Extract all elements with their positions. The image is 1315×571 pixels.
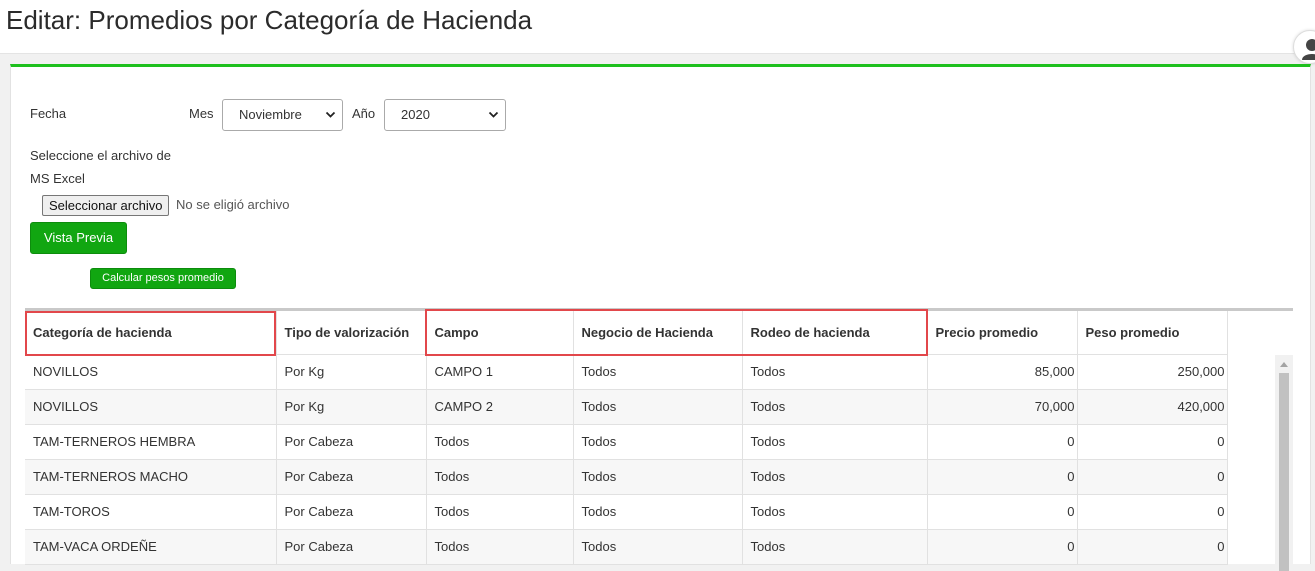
cell-precio[interactable]: 70,000 xyxy=(927,389,1078,425)
cell-negocio: Todos xyxy=(573,459,743,495)
anio-select-value: 2020 xyxy=(401,107,430,122)
scroll-up-icon[interactable] xyxy=(1280,361,1288,367)
col-header-negocio[interactable]: Negocio de Hacienda xyxy=(573,311,743,355)
anio-select[interactable]: 2020 xyxy=(384,99,506,131)
cell-campo: Todos xyxy=(426,529,574,565)
table-scrollbar[interactable] xyxy=(1275,355,1293,571)
scrollbar-thumb[interactable] xyxy=(1279,373,1289,571)
user-avatar[interactable] xyxy=(1293,30,1315,64)
averages-table: Categoría de hacienda Tipo de valorizaci… xyxy=(25,308,1293,571)
mes-label: Mes xyxy=(189,106,214,121)
col-header-precio[interactable]: Precio promedio xyxy=(927,311,1078,355)
calculate-weights-button[interactable]: Calcular pesos promedio xyxy=(90,268,236,289)
cell-rodeo: Todos xyxy=(742,494,928,530)
cell-precio[interactable]: 0 xyxy=(927,424,1078,460)
cell-categoria: TAM-VACA ORDEÑE xyxy=(25,529,277,565)
data-table: Categoría de hacienda Tipo de valorizaci… xyxy=(25,311,1228,565)
table-row[interactable]: TAM-TERNEROS HEMBRA Por Cabeza Todos Tod… xyxy=(25,424,1228,460)
cell-peso[interactable]: 0 xyxy=(1077,529,1228,565)
mes-select[interactable]: Noviembre xyxy=(222,99,343,131)
cell-negocio: Todos xyxy=(573,354,743,390)
table-row[interactable]: NOVILLOS Por Kg CAMPO 2 Todos Todos 70,0… xyxy=(25,389,1228,425)
anio-label: Año xyxy=(352,106,376,121)
cell-peso[interactable]: 0 xyxy=(1077,494,1228,530)
cell-rodeo: Todos xyxy=(742,354,928,390)
user-icon xyxy=(1302,39,1315,60)
cell-peso[interactable]: 0 xyxy=(1077,424,1228,460)
cell-categoria: TAM-TERNEROS MACHO xyxy=(25,459,277,495)
table-row[interactable]: TAM-VACA ORDEÑE Por Cabeza Todos Todos T… xyxy=(25,529,1228,565)
cell-tipo: Por Cabeza xyxy=(276,424,427,460)
cell-categoria: NOVILLOS xyxy=(25,389,277,425)
cell-categoria: TAM-TERNEROS HEMBRA xyxy=(25,424,277,460)
cell-rodeo: Todos xyxy=(742,389,928,425)
cell-categoria: TAM-TOROS xyxy=(25,494,277,530)
chevron-down-icon xyxy=(325,111,336,118)
cell-negocio: Todos xyxy=(573,389,743,425)
cell-tipo: Por Cabeza xyxy=(276,529,427,565)
table-row[interactable]: NOVILLOS Por Kg CAMPO 1 Todos Todos 85,0… xyxy=(25,354,1228,390)
cell-campo: CAMPO 2 xyxy=(426,389,574,425)
fecha-label: Fecha xyxy=(30,106,67,121)
cell-tipo: Por Cabeza xyxy=(276,459,427,495)
table-row[interactable]: TAM-TERNEROS MACHO Por Cabeza Todos Todo… xyxy=(25,459,1228,495)
page-title: Editar: Promedios por Categoría de Hacie… xyxy=(6,5,533,35)
mes-select-value: Noviembre xyxy=(239,107,302,122)
col-header-campo[interactable]: Campo xyxy=(426,311,574,355)
col-header-peso[interactable]: Peso promedio xyxy=(1077,311,1228,355)
cell-precio[interactable]: 0 xyxy=(927,529,1078,565)
cell-negocio: Todos xyxy=(573,494,743,530)
cell-campo: Todos xyxy=(426,459,574,495)
cell-campo: Todos xyxy=(426,494,574,530)
file-status: No se eligió archivo xyxy=(176,197,290,212)
select-file-button[interactable]: Seleccionar archivo xyxy=(42,195,170,216)
cell-tipo: Por Kg xyxy=(276,354,427,390)
cell-peso[interactable]: 250,000 xyxy=(1077,354,1228,390)
file-label: Seleccione el archivo de xyxy=(30,148,171,163)
cell-negocio: Todos xyxy=(573,529,743,565)
file-label-format: MS Excel xyxy=(30,171,85,186)
chevron-down-icon xyxy=(488,111,499,118)
cell-peso[interactable]: 0 xyxy=(1077,459,1228,495)
cell-peso[interactable]: 420,000 xyxy=(1077,389,1228,425)
cell-categoria: NOVILLOS xyxy=(25,354,277,390)
cell-precio[interactable]: 85,000 xyxy=(927,354,1078,390)
cell-campo: Todos xyxy=(426,424,574,460)
cell-campo: CAMPO 1 xyxy=(426,354,574,390)
cell-tipo: Por Kg xyxy=(276,389,427,425)
cell-precio[interactable]: 0 xyxy=(927,459,1078,495)
cell-precio[interactable]: 0 xyxy=(927,494,1078,530)
table-row[interactable]: TAM-TOROS Por Cabeza Todos Todos Todos 0… xyxy=(25,494,1228,530)
col-header-rodeo[interactable]: Rodeo de hacienda xyxy=(742,311,928,355)
cell-tipo: Por Cabeza xyxy=(276,494,427,530)
col-header-categoria[interactable]: Categoría de hacienda xyxy=(25,311,277,355)
cell-rodeo: Todos xyxy=(742,459,928,495)
table-header-row: Categoría de hacienda Tipo de valorizaci… xyxy=(25,311,1228,355)
col-header-tipo[interactable]: Tipo de valorización xyxy=(276,311,427,355)
preview-button[interactable]: Vista Previa xyxy=(30,222,127,254)
edit-panel: Fecha Mes Noviembre Año 2020 Seleccione … xyxy=(10,64,1311,571)
cell-negocio: Todos xyxy=(573,424,743,460)
cell-rodeo: Todos xyxy=(742,529,928,565)
cell-rodeo: Todos xyxy=(742,424,928,460)
